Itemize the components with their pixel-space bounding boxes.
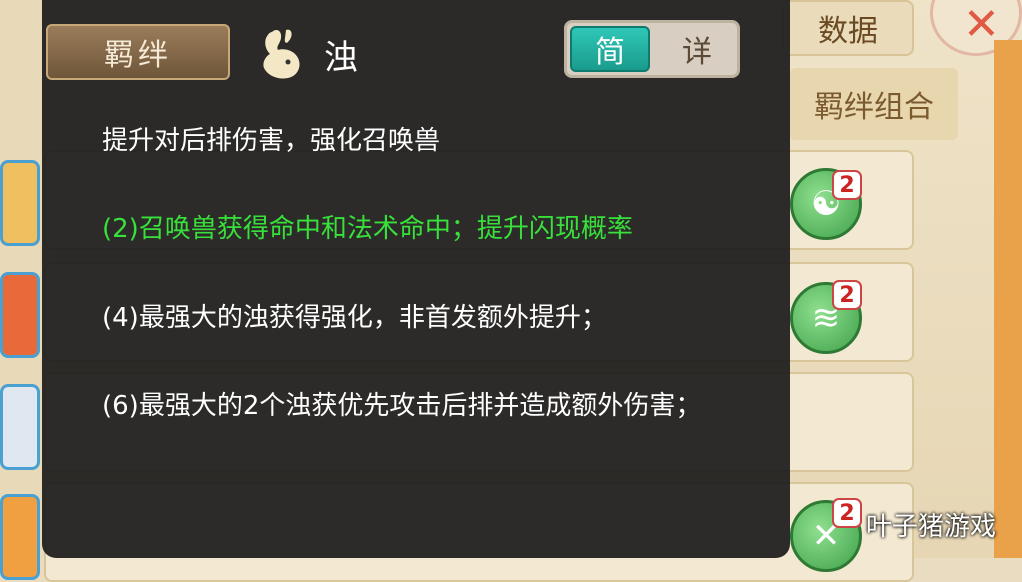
tab-simple[interactable]: 简: [570, 26, 650, 72]
bond-tag: 羁绊: [46, 24, 230, 80]
avatar[interactable]: [0, 384, 40, 470]
watermark: 叶子猪游戏: [866, 512, 997, 542]
view-toggle[interactable]: 简 详: [564, 20, 740, 78]
avatar[interactable]: [0, 494, 40, 580]
trait-detail-popup: 羁绊 浊 简 详 提升对后排伤害，强化召唤兽 (2)召唤兽获得命中和法术命中；提…: [42, 0, 790, 558]
effect-tier-4: (4)最强大的浊获得强化，非首发额外提升；: [102, 303, 607, 333]
data-button[interactable]: 数据: [782, 0, 914, 56]
trait-summary: 提升对后排伤害，强化召唤兽: [102, 126, 441, 156]
avatar[interactable]: [0, 272, 40, 358]
combo-count-badge: 2: [832, 170, 862, 200]
trait-name: 浊: [324, 38, 358, 78]
rabbit-spirit-icon: [263, 29, 300, 79]
avatar[interactable]: [0, 160, 40, 246]
tab-detail[interactable]: 详: [657, 26, 737, 72]
combo-count-badge: 2: [832, 280, 862, 310]
side-decoration: [994, 40, 1022, 558]
effect-tier-6: (6)最强大的2个浊获优先攻击后排并造成额外伤害；: [102, 391, 702, 421]
combo-count-badge: 2: [832, 498, 862, 528]
effect-tier-2: (2)召唤兽获得命中和法术命中；提升闪现概率: [102, 214, 633, 244]
combo-header: 羁绊组合: [790, 68, 958, 140]
